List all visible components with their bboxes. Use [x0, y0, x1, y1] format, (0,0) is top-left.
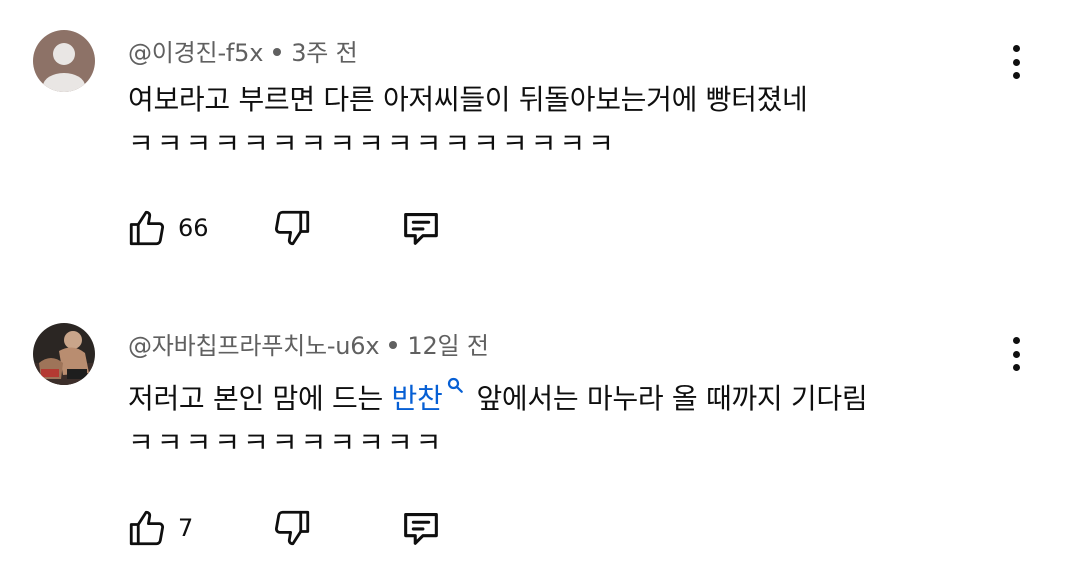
more-options-button[interactable] [1000, 334, 1032, 374]
comment-text: 여보라고 부르면 다른 아저씨들이 뒤돌아보는거에 빵터졌네 ㅋㅋㅋㅋㅋㅋㅋㅋㅋ… [128, 78, 808, 166]
author-name[interactable]: @이경진-f5x [128, 39, 263, 67]
like-button[interactable]: 7 [126, 505, 193, 551]
comment-text-after: 앞에서는 마누라 올 때까지 기다림 [476, 382, 868, 415]
like-count: 66 [178, 214, 209, 242]
person-avatar-icon [33, 30, 95, 92]
search-icon[interactable] [446, 376, 464, 394]
comment-time: 12일 전 [407, 332, 489, 360]
reply-comment-icon [404, 213, 438, 245]
photo-avatar-icon [33, 323, 95, 385]
thumb-up-icon [129, 510, 165, 546]
thumb-down-icon [274, 510, 310, 546]
reply-button[interactable] [398, 205, 444, 251]
more-vert-icon [1012, 337, 1020, 344]
comment-text-before: 저러고 본인 맘에 드는 [128, 382, 392, 415]
thumb-down-icon [274, 210, 310, 246]
search-link[interactable]: 반찬 [392, 382, 443, 415]
reply-comment-icon [404, 513, 438, 545]
avatar[interactable] [33, 30, 95, 92]
reply-button[interactable] [398, 505, 444, 551]
comment-meta: @이경진-f5x 3주 전 [128, 33, 358, 68]
more-options-button[interactable] [1000, 42, 1032, 82]
comment-1: @이경진-f5x 3주 전 여보라고 부르면 다른 아저씨들이 뒤돌아보는거에 빵… [0, 0, 1080, 280]
comment-line-1: 저러고 본인 맘에 드는 반찬 앞에서는 마누라 올 때까지 기다림 [128, 376, 868, 421]
dislike-button[interactable] [271, 505, 313, 551]
separator-dot [389, 341, 398, 349]
dislike-button[interactable] [271, 205, 313, 251]
separator-dot [273, 48, 282, 56]
thumb-up-icon [129, 210, 165, 246]
avatar[interactable] [33, 323, 95, 385]
comment-line-1: 여보라고 부르면 다른 아저씨들이 뒤돌아보는거에 빵터졌네 [128, 83, 808, 116]
like-button[interactable]: 66 [126, 205, 209, 251]
comment-text: 저러고 본인 맘에 드는 반찬 앞에서는 마누라 올 때까지 기다림 ㅋㅋㅋㅋㅋㅋ… [128, 376, 868, 465]
comment-line-2: ㅋㅋㅋㅋㅋㅋㅋㅋㅋㅋㅋ [128, 426, 445, 459]
comment-time: 3주 전 [291, 39, 358, 67]
comment-meta: @자바칩프라푸치노-u6x 12일 전 [128, 326, 489, 361]
more-vert-icon [1012, 45, 1020, 52]
comment-line-2: ㅋㅋㅋㅋㅋㅋㅋㅋㅋㅋㅋㅋㅋㅋㅋㅋㅋ [128, 127, 617, 160]
author-name[interactable]: @자바칩프라푸치노-u6x [128, 332, 380, 360]
like-count: 7 [178, 514, 194, 542]
comment-2: @자바칩프라푸치노-u6x 12일 전 저러고 본인 맘에 드는 반찬 앞에서는 마… [0, 290, 1080, 565]
